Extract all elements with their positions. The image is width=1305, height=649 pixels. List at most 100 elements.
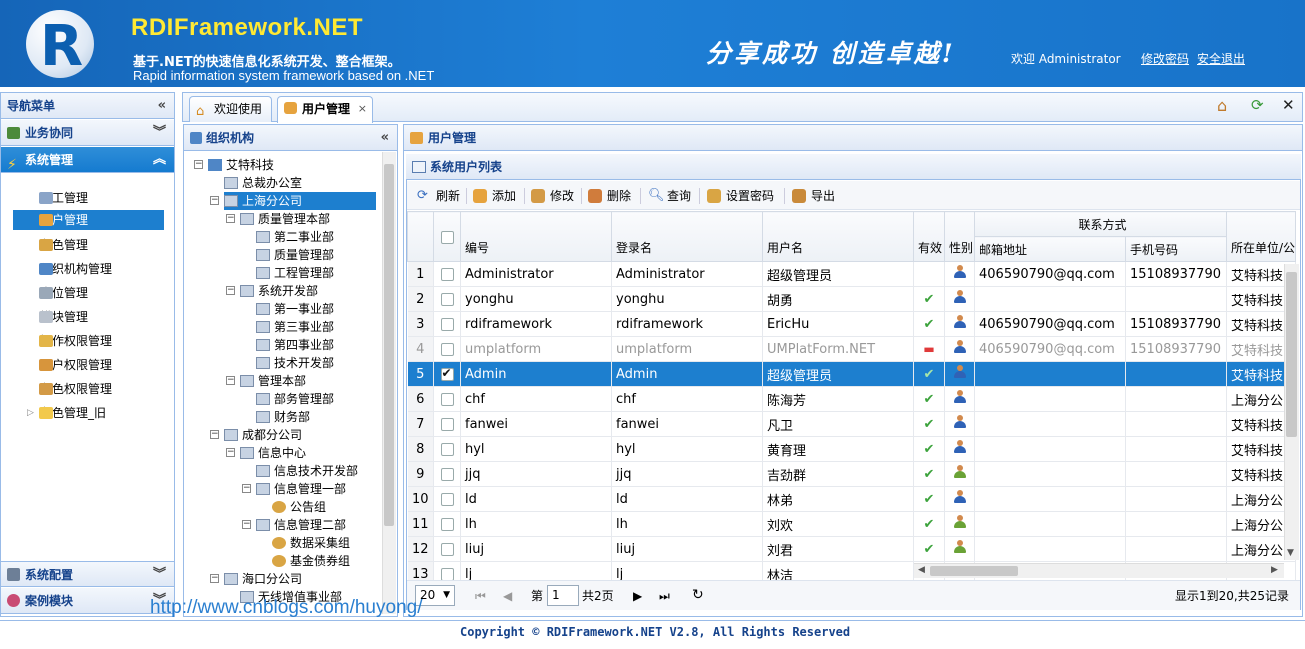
chevron-up-icon[interactable]: ︽ bbox=[153, 147, 166, 173]
tree-node[interactable]: 信息中心 bbox=[240, 444, 306, 462]
col-gender[interactable]: 性别 bbox=[944, 211, 975, 262]
tree-node[interactable]: 系统开发部 bbox=[240, 282, 318, 300]
table-row[interactable]: 10 ld ld 林弟 ✔ 上海分公 bbox=[407, 486, 1297, 512]
table-row[interactable]: 8 hyl hyl 黄育理 ✔ 艾特科技 bbox=[407, 436, 1297, 462]
search-button[interactable]: 🔍︎ 查询 bbox=[648, 187, 691, 205]
row-checkbox[interactable] bbox=[433, 461, 461, 487]
col-mobile[interactable]: 手机号码 bbox=[1125, 236, 1227, 262]
prev-page-icon[interactable]: ◀ bbox=[503, 587, 512, 605]
nav-item-user-permission[interactable]: 用户权限管理 bbox=[13, 355, 164, 375]
edit-button[interactable]: 修改 bbox=[531, 187, 574, 205]
scroll-down-arrow-icon[interactable]: ▼ bbox=[1287, 548, 1294, 558]
nav-item-post[interactable]: 岗位管理 bbox=[13, 283, 164, 303]
tree-node[interactable]: 公告组 bbox=[272, 498, 326, 516]
tree-node[interactable]: 上海分公司 bbox=[224, 192, 376, 210]
tree-node[interactable]: 第二事业部 bbox=[256, 228, 334, 246]
nav-item-module[interactable]: 模块管理 bbox=[13, 307, 164, 327]
tree-node[interactable]: 成都分公司 bbox=[224, 426, 302, 444]
tree-node[interactable]: 艾特科技 bbox=[208, 156, 274, 174]
tree-node[interactable]: 基金债券组 bbox=[272, 552, 350, 570]
nav-item-role-old[interactable]: ▷ 角色管理_旧 bbox=[13, 403, 164, 423]
close-icon[interactable]: ✕ bbox=[1282, 96, 1295, 114]
reload-icon[interactable]: ↻ bbox=[692, 586, 704, 604]
tree-toggle-icon[interactable]: − bbox=[210, 430, 219, 439]
tree-node[interactable]: 数据采集组 bbox=[272, 534, 350, 552]
row-checkbox[interactable] bbox=[433, 511, 461, 537]
grid-vertical-thumb[interactable] bbox=[1286, 272, 1297, 437]
col-valid[interactable]: 有效 bbox=[913, 211, 945, 262]
col-username[interactable]: 用户名 bbox=[762, 211, 914, 262]
tree-node[interactable]: 第四事业部 bbox=[256, 336, 334, 354]
row-checkbox[interactable] bbox=[433, 361, 461, 387]
nav-section-demo[interactable]: 案例模块 ︾ bbox=[1, 588, 174, 614]
tree-scroll-thumb[interactable] bbox=[384, 164, 394, 526]
tree-toggle-icon[interactable]: − bbox=[194, 160, 203, 169]
tree-node[interactable]: 海口分公司 bbox=[224, 570, 302, 588]
tree-node[interactable]: 质量管理本部 bbox=[240, 210, 330, 228]
col-email[interactable]: 邮箱地址 bbox=[974, 236, 1126, 262]
table-row[interactable]: 4 umplatform umplatform UMPlatForm.NET ▬ 4065… bbox=[407, 336, 1297, 362]
tree-node[interactable]: 信息技术开发部 bbox=[256, 462, 358, 480]
export-button[interactable]: 导出 bbox=[792, 187, 835, 205]
nav-item-role-permission[interactable]: 角色权限管理 bbox=[13, 379, 164, 399]
grid-horizontal-thumb[interactable] bbox=[930, 566, 1018, 576]
row-checkbox[interactable] bbox=[433, 311, 461, 337]
col-unit[interactable]: 所在单位/公 bbox=[1225, 211, 1297, 262]
table-row[interactable]: 1 Administrator Administrator 超级管理员 40659079… bbox=[407, 261, 1297, 287]
page-number-input[interactable]: 1 bbox=[547, 585, 579, 606]
tree-node[interactable]: 工程管理部 bbox=[256, 264, 334, 282]
row-checkbox[interactable] bbox=[433, 336, 461, 362]
nav-item-op-permission[interactable]: 操作权限管理 bbox=[13, 331, 164, 351]
expand-icon[interactable]: ▷ bbox=[27, 403, 34, 423]
table-row[interactable]: 11 lh lh 刘欢 ✔ 上海分公 bbox=[407, 511, 1297, 537]
tree-node[interactable]: 总裁办公室 bbox=[224, 174, 302, 192]
tree-toggle-icon[interactable]: − bbox=[210, 574, 219, 583]
table-row[interactable]: 2 yonghu yonghu 胡勇 ✔ 艾特科技 bbox=[407, 286, 1297, 312]
collapse-left-icon[interactable]: « bbox=[381, 125, 389, 151]
tree-node[interactable]: 技术开发部 bbox=[256, 354, 334, 372]
refresh-icon[interactable]: ⟳ bbox=[1251, 96, 1264, 114]
next-page-icon[interactable]: ▶ bbox=[633, 587, 642, 605]
set-password-button[interactable]: 设置密码 bbox=[707, 187, 774, 205]
nav-item-org[interactable]: 组织机构管理 bbox=[13, 259, 164, 279]
scroll-left-arrow-icon[interactable]: ◀ bbox=[918, 565, 925, 575]
col-code[interactable]: 编号 bbox=[460, 211, 612, 262]
change-password-link[interactable]: 修改密码 bbox=[1141, 50, 1189, 67]
scroll-right-arrow-icon[interactable]: ▶ bbox=[1271, 565, 1278, 575]
chevron-down-icon[interactable]: ︾ bbox=[153, 120, 166, 146]
table-row[interactable]: 5AdminAdmin超级管理员✔艾特科技 bbox=[407, 361, 1297, 387]
nav-item-employee[interactable]: 员工管理 bbox=[13, 188, 164, 208]
tree-toggle-icon[interactable]: − bbox=[226, 214, 235, 223]
tree-node[interactable]: 信息管理二部 bbox=[256, 516, 346, 534]
row-checkbox[interactable] bbox=[433, 411, 461, 437]
tree-toggle-icon[interactable]: − bbox=[242, 484, 251, 493]
tree-node[interactable]: 管理本部 bbox=[240, 372, 306, 390]
tab-welcome[interactable]: ⌂ 欢迎使用 bbox=[189, 96, 272, 122]
last-page-icon[interactable]: ⏭ bbox=[659, 587, 670, 605]
tree-node[interactable]: 质量管理部 bbox=[256, 246, 334, 264]
nav-section-system[interactable]: ⚡ 系统管理 ︽ bbox=[1, 147, 174, 173]
first-page-icon[interactable]: ⏮ bbox=[475, 587, 486, 605]
tree-toggle-icon[interactable]: − bbox=[242, 520, 251, 529]
row-checkbox[interactable] bbox=[433, 436, 461, 462]
row-checkbox[interactable] bbox=[433, 536, 461, 562]
tree-node[interactable]: 第三事业部 bbox=[256, 318, 334, 336]
row-checkbox[interactable] bbox=[433, 486, 461, 512]
nav-item-role[interactable]: 角色管理 bbox=[13, 235, 164, 255]
row-checkbox[interactable] bbox=[433, 386, 461, 412]
table-row[interactable]: 3 rdiframework rdiframework EricHu ✔ 40659079… bbox=[407, 311, 1297, 337]
select-all-checkbox[interactable] bbox=[433, 211, 461, 262]
refresh-button[interactable]: ⟳ 刷新 bbox=[417, 187, 460, 205]
chevron-down-icon[interactable]: ︾ bbox=[153, 562, 166, 588]
table-row[interactable]: 9 jjq jjq 吉劲群 ✔ 艾特科技 bbox=[407, 461, 1297, 487]
tree-toggle-icon[interactable]: − bbox=[210, 196, 219, 205]
nav-section-config[interactable]: 系统配置 ︾ bbox=[1, 561, 174, 587]
close-tab-icon[interactable]: × bbox=[358, 97, 367, 121]
delete-button[interactable]: 删除 bbox=[588, 187, 631, 205]
table-row[interactable]: 7 fanwei fanwei 凡卫 ✔ 艾特科技 bbox=[407, 411, 1297, 437]
collapse-left-icon[interactable]: « bbox=[158, 93, 166, 119]
tab-user-management[interactable]: 用户管理 × bbox=[277, 96, 373, 123]
tree-toggle-icon[interactable]: − bbox=[226, 286, 235, 295]
nav-section-business[interactable]: 业务协同 ︾ bbox=[1, 120, 174, 146]
tree-node[interactable]: 部务管理部 bbox=[256, 390, 334, 408]
